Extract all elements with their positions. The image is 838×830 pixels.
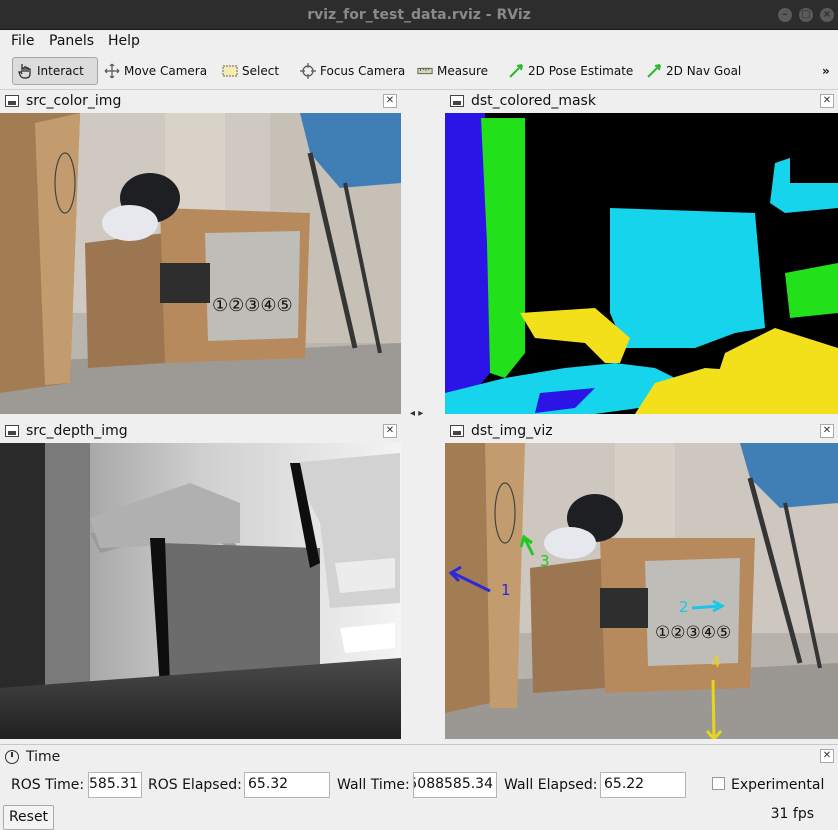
experimental-checkbox[interactable] <box>712 777 725 790</box>
fps-readout: 31 fps <box>770 806 814 822</box>
dst-viz-panel: dst_img_viz ✕ ①②③④⑤ 1 2 3 4 <box>445 421 838 739</box>
green-arrow-icon <box>646 63 662 79</box>
arrow-label-2: 2 <box>679 598 689 616</box>
nav-goal-tool-button[interactable]: 2D Nav Goal <box>642 57 745 85</box>
green-arrow-icon <box>508 63 524 79</box>
maximize-icon[interactable]: □ <box>799 8 813 22</box>
panel-title: src_color_img <box>26 93 122 109</box>
select-rectangle-icon <box>222 63 238 79</box>
src-depth-panel: src_depth_img ✕ <box>0 421 401 739</box>
wall-elapsed-label: Wall Elapsed: <box>504 777 598 793</box>
arrow-label-4: 4 <box>711 653 721 671</box>
rviz-window: rviz_for_test_data.rviz - RViz – □ × Fil… <box>0 0 838 830</box>
menu-file[interactable]: File <box>11 33 34 49</box>
panel-title: src_depth_img <box>26 423 128 439</box>
wall-time-label: Wall Time: <box>337 777 410 793</box>
box-circled-digits: ①②③④⑤ <box>212 295 293 316</box>
hand-pointer-icon <box>17 63 33 79</box>
pose-estimate-tool-button[interactable]: 2D Pose Estimate <box>504 57 637 85</box>
close-panel-icon[interactable]: ✕ <box>820 749 834 763</box>
viz-image-view[interactable]: ①②③④⑤ 1 2 3 4 <box>445 443 838 739</box>
panel-splitter-handle[interactable]: ◂ ▸ <box>410 408 423 419</box>
move-arrows-icon <box>104 63 120 79</box>
focus-camera-tool-button[interactable]: Focus Camera <box>296 57 409 85</box>
close-panel-icon[interactable]: ✕ <box>383 424 397 438</box>
time-panel-title: Time <box>26 749 61 765</box>
title-bar: rviz_for_test_data.rviz - RViz – □ × <box>0 0 838 30</box>
depth-image-view[interactable] <box>0 443 401 739</box>
panel-header: src_depth_img ✕ <box>0 421 401 443</box>
window-title: rviz_for_test_data.rviz - RViz <box>307 7 531 23</box>
ros-time-field[interactable]: 5088585.31 <box>88 772 142 798</box>
interact-label: Interact <box>37 64 84 78</box>
toolbar: Interact Move Camera Select Focus Camera… <box>0 52 838 90</box>
menu-bar: File Panels Help <box>0 30 838 52</box>
interact-tool-button[interactable]: Interact <box>12 57 98 85</box>
move-camera-label: Move Camera <box>124 64 208 78</box>
toolbar-overflow-icon[interactable]: » <box>818 57 834 85</box>
ros-elapsed-field[interactable]: 65.32 <box>244 772 330 798</box>
crosshair-icon <box>300 63 316 79</box>
mask-image-view[interactable] <box>445 113 838 414</box>
nav-goal-label: 2D Nav Goal <box>666 64 742 78</box>
ruler-icon <box>417 63 433 79</box>
image-icon <box>450 425 464 437</box>
panel-header: dst_colored_mask ✕ <box>445 91 838 113</box>
menu-panels[interactable]: Panels <box>49 33 94 49</box>
minimize-icon[interactable]: – <box>778 8 792 22</box>
wall-elapsed-field[interactable]: 65.22 <box>600 772 686 798</box>
pose-estimate-label: 2D Pose Estimate <box>528 64 634 78</box>
arrow-label-1: 1 <box>501 581 511 599</box>
ros-elapsed-label: ROS Elapsed: <box>148 777 242 793</box>
image-icon <box>5 95 19 107</box>
image-icon <box>5 425 19 437</box>
panel-title: dst_img_viz <box>471 423 553 439</box>
panel-title: dst_colored_mask <box>471 93 596 109</box>
menu-help[interactable]: Help <box>108 33 140 49</box>
close-panel-icon[interactable]: ✕ <box>820 94 834 108</box>
box-circled-digits: ①②③④⑤ <box>655 623 731 643</box>
select-label: Select <box>242 64 280 78</box>
panel-header: dst_img_viz ✕ <box>445 421 838 443</box>
measure-label: Measure <box>437 64 488 78</box>
reset-button[interactable]: Reset <box>3 805 54 830</box>
close-panel-icon[interactable]: ✕ <box>820 424 834 438</box>
panel-header: src_color_img ✕ <box>0 91 401 113</box>
color-image-view[interactable]: ①②③④⑤ <box>0 113 401 414</box>
focus-camera-label: Focus Camera <box>320 64 406 78</box>
measure-tool-button[interactable]: Measure <box>413 57 492 85</box>
dst-mask-panel: dst_colored_mask ✕ <box>445 91 838 414</box>
src-color-panel: src_color_img ✕ ①②③④⑤ <box>0 91 401 414</box>
ros-time-label: ROS Time: <box>11 777 85 793</box>
select-tool-button[interactable]: Select <box>218 57 283 85</box>
arrow-label-3: 3 <box>540 552 550 570</box>
experimental-label: Experimental <box>731 777 825 793</box>
wall-time-field[interactable]: 5088585.34 <box>413 772 497 798</box>
close-window-icon[interactable]: × <box>820 8 834 22</box>
close-panel-icon[interactable]: ✕ <box>383 94 397 108</box>
image-icon <box>450 95 464 107</box>
move-camera-tool-button[interactable]: Move Camera <box>100 57 211 85</box>
clock-icon <box>5 750 19 764</box>
